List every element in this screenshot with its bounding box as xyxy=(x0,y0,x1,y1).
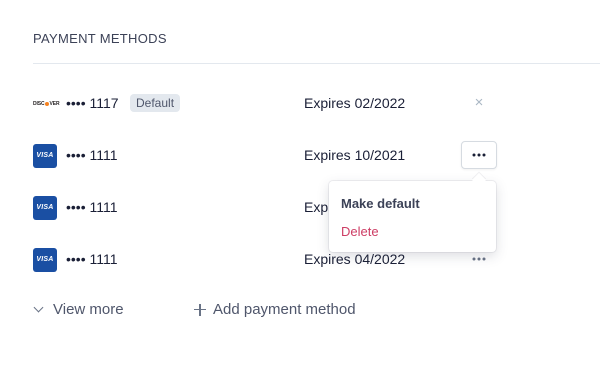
payment-method-row: VISA •••• 1111 Expires 04/2022 xyxy=(33,248,593,272)
discover-dot xyxy=(45,101,50,106)
divider xyxy=(33,63,600,64)
discover-logo-text-start: DISC xyxy=(33,101,45,107)
payment-method-row: DISC VER •••• 1117 Default Expires 02/202… xyxy=(33,92,593,116)
view-more-button[interactable]: View more xyxy=(33,301,124,318)
delete-menu-item[interactable]: Delete xyxy=(341,224,379,239)
card-expiry: Expires 04/2022 xyxy=(304,251,406,267)
card-expiry: Expires 10/2021 xyxy=(304,147,406,163)
default-badge: Default xyxy=(130,94,181,112)
payment-method-row: VISA •••• 1111 Expires 06/2021 xyxy=(33,196,593,220)
discover-logo-text-end: VER xyxy=(49,101,60,107)
section-title: PAYMENT METHODS xyxy=(33,31,167,46)
chevron-down-icon xyxy=(33,302,47,317)
more-options-button[interactable] xyxy=(461,141,497,169)
discover-logo: DISC VER xyxy=(33,100,60,108)
more-icon xyxy=(472,257,486,261)
more-icon xyxy=(472,153,486,157)
plus-icon xyxy=(193,303,207,317)
view-more-label: View more xyxy=(53,301,124,318)
add-payment-method-label: Add payment method xyxy=(213,301,356,318)
payment-method-row: VISA •••• 1111 Expires 10/2021 xyxy=(33,141,593,169)
card-number: •••• 1111 xyxy=(66,199,118,215)
visa-logo: VISA xyxy=(33,144,57,168)
make-default-menu-item[interactable]: Make default xyxy=(341,196,420,211)
remove-card-icon[interactable]: × xyxy=(471,95,487,111)
visa-logo: VISA xyxy=(33,248,57,272)
card-number: •••• 1111 xyxy=(66,251,118,267)
card-expiry: Expires 06/2021 xyxy=(304,199,329,215)
card-expiry: Expires 02/2022 xyxy=(304,95,406,111)
add-payment-method-button[interactable]: Add payment method xyxy=(193,301,356,318)
card-number: •••• 1117 xyxy=(66,95,119,111)
card-number: •••• 1111 xyxy=(66,147,118,163)
options-dropdown: Make default Delete xyxy=(329,181,496,252)
visa-logo: VISA xyxy=(33,196,57,220)
